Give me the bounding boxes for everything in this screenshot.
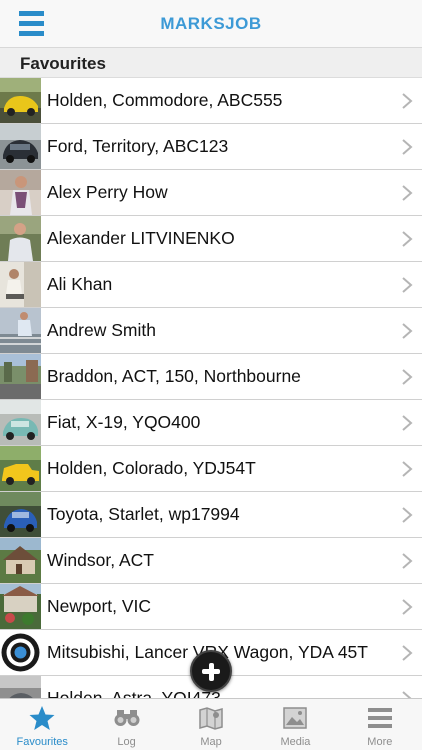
chevron-right-icon xyxy=(400,506,414,524)
list-item-label: Braddon, ACT, 150, Northbourne xyxy=(47,366,301,386)
more-icon xyxy=(366,705,394,731)
tab-bar: Favourites Log Map Media More xyxy=(0,698,422,750)
thumbnail-image xyxy=(0,446,41,491)
list-item-label: Holden, Commodore, ABC555 xyxy=(47,90,283,110)
chevron-right-icon xyxy=(400,322,414,340)
tab-label: More xyxy=(367,736,393,748)
chevron-right-icon xyxy=(400,276,414,294)
list-item[interactable]: Holden, Colorado, YDJ54T xyxy=(0,446,422,492)
list-item[interactable]: Ford, Territory, ABC123 xyxy=(0,124,422,170)
map-icon xyxy=(197,705,225,731)
chevron-right-icon xyxy=(400,552,414,570)
list-item-label: Toyota, Starlet, wp17994 xyxy=(47,504,240,524)
thumbnail-image xyxy=(0,400,41,445)
list-item-label: Ford, Territory, ABC123 xyxy=(47,136,229,156)
list-item-label: Alexander LITVINENKO xyxy=(47,228,235,248)
tab-log[interactable]: Log xyxy=(84,699,168,750)
tab-label: Media xyxy=(280,736,311,748)
tab-media[interactable]: Media xyxy=(253,699,337,750)
list-item[interactable]: Ali Khan xyxy=(0,262,422,308)
list-item-label: Ali Khan xyxy=(47,274,113,294)
list-item-label: Andrew Smith xyxy=(47,320,156,340)
chevron-right-icon xyxy=(400,368,414,386)
list-item[interactable]: Newport, VIC xyxy=(0,584,422,630)
chevron-right-icon xyxy=(400,184,414,202)
chevron-right-icon xyxy=(400,690,414,698)
section-title: Favourites xyxy=(20,54,106,73)
binoculars-icon xyxy=(113,705,141,731)
chevron-right-icon xyxy=(400,414,414,432)
list-item-label: Newport, VIC xyxy=(47,596,152,616)
thumbnail-image xyxy=(0,262,41,307)
favourites-list[interactable]: Holden, Commodore, ABC555 Ford, Territory… xyxy=(0,78,422,698)
add-button[interactable] xyxy=(190,650,232,692)
tab-label: Favourites xyxy=(16,736,68,748)
chevron-right-icon xyxy=(400,644,414,662)
tab-favourites[interactable]: Favourites xyxy=(0,699,84,750)
thumbnail-image xyxy=(0,492,41,537)
nav-bar: MARKSJOB xyxy=(0,0,422,48)
list-item[interactable]: Fiat, X-19, YQO400 xyxy=(0,400,422,446)
list-item-label: Alex Perry How xyxy=(47,182,168,202)
thumbnail-image xyxy=(0,538,41,583)
list-item-label: Fiat, X-19, YQO400 xyxy=(47,412,201,432)
tab-label: Map xyxy=(200,736,222,748)
app-title: MARKSJOB xyxy=(160,14,262,33)
list-item-label: Windsor, ACT xyxy=(47,550,154,570)
chevron-right-icon xyxy=(400,598,414,616)
chevron-right-icon xyxy=(400,230,414,248)
list-item[interactable]: Alexander LITVINENKO xyxy=(0,216,422,262)
tab-more[interactable]: More xyxy=(338,699,422,750)
list-item[interactable]: Andrew Smith xyxy=(0,308,422,354)
thumbnail-image xyxy=(0,124,41,169)
list-item[interactable]: Braddon, ACT, 150, Northbourne xyxy=(0,354,422,400)
section-header: Favourites xyxy=(0,48,422,78)
chevron-right-icon xyxy=(400,138,414,156)
thumbnail-image xyxy=(0,676,41,698)
thumbnail-image xyxy=(0,308,41,353)
tab-map[interactable]: Map xyxy=(169,699,253,750)
photo-icon xyxy=(281,705,309,731)
thumbnail-image xyxy=(0,354,41,399)
list-item[interactable]: Toyota, Starlet, wp17994 xyxy=(0,492,422,538)
list-item-label: Holden, Colorado, YDJ54T xyxy=(47,458,256,478)
list-item-label: Holden, Astra, YQI473 xyxy=(47,688,221,698)
chevron-right-icon xyxy=(400,460,414,478)
thumbnail-image xyxy=(0,584,41,629)
tab-label: Log xyxy=(117,736,136,748)
list-item[interactable]: Holden, Commodore, ABC555 xyxy=(0,78,422,124)
thumbnail-image xyxy=(0,78,41,123)
list-item[interactable]: Windsor, ACT xyxy=(0,538,422,584)
thumbnail-image xyxy=(0,216,41,261)
thumbnail-image xyxy=(0,630,41,675)
list-item[interactable]: Alex Perry How xyxy=(0,170,422,216)
star-icon xyxy=(28,705,56,731)
thumbnail-image xyxy=(0,170,41,215)
chevron-right-icon xyxy=(400,92,414,110)
